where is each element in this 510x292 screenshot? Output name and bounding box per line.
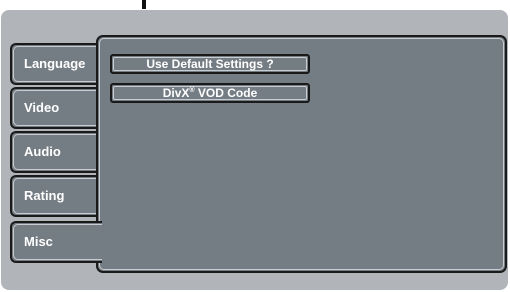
tab-rating-label: Rating — [24, 188, 65, 203]
tab-video[interactable]: Video — [10, 87, 100, 129]
tab-language-label: Language — [24, 56, 86, 71]
use-default-settings-label: Use Default Settings ? — [146, 57, 274, 71]
tab-rating[interactable]: Rating — [10, 175, 100, 217]
tab-audio[interactable]: Audio — [10, 131, 100, 173]
registered-mark: ® — [189, 87, 195, 94]
tab-misc[interactable]: Misc — [10, 221, 102, 263]
tab-audio-label: Audio — [24, 144, 61, 159]
tab-misc-label: Misc — [24, 234, 53, 249]
vod-code-label: VOD Code — [197, 86, 258, 100]
tab-video-label: Video — [24, 100, 60, 115]
top-edge-fragment — [142, 0, 146, 9]
use-default-settings-button[interactable]: Use Default Settings ? — [110, 54, 310, 74]
setup-menu-screen: Language Video Audio Rating Misc Use Def… — [0, 0, 510, 292]
divx-vod-code-button[interactable]: DivX® VOD Code — [110, 83, 310, 103]
tab-language[interactable]: Language — [10, 43, 100, 85]
divx-label: DivX — [162, 86, 190, 100]
